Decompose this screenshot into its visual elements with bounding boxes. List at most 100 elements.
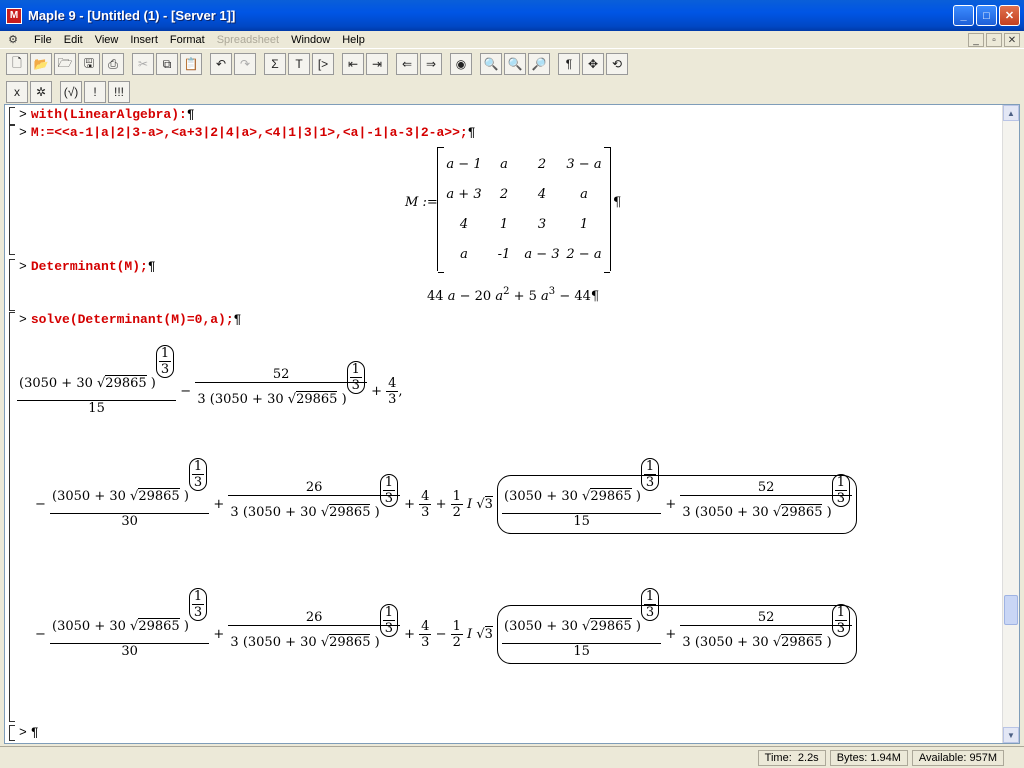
math-token: (3050 + 30 — [242, 635, 317, 650]
input-matrix-definition[interactable]: > M:=<<a-1|a|2|3-a>,<a+3|2|4|a>,<4|1|3|1… — [9, 125, 476, 140]
math-token: , — [398, 384, 403, 399]
outdent-icon[interactable]: ⇤ — [342, 53, 364, 75]
document-icon[interactable]: ⚙ — [6, 33, 20, 47]
group-bracket[interactable] — [9, 312, 15, 722]
input-with-linalg[interactable]: > with(LinearAlgebra): ¶ — [9, 107, 195, 122]
status-time: Time: 2.2s — [757, 749, 826, 766]
expand-icon[interactable]: ✥ — [582, 53, 604, 75]
sqrt-icon: √ — [476, 627, 485, 642]
zoom-150-icon[interactable]: 🔍 — [504, 53, 526, 75]
math-token: I — [467, 627, 473, 642]
solution-complex-root-minus: − (3050 + 30 √29865 ) 1 3 30 + 26 3 (3050 + … — [35, 588, 857, 664]
sqrt-arg: 29865 — [329, 634, 371, 650]
indent-icon[interactable]: ⇥ — [366, 53, 388, 75]
matrix-cell: a — [500, 156, 508, 172]
math-token: ) — [374, 505, 380, 520]
restart-icon[interactable]: ⟲ — [606, 53, 628, 75]
math-token: ) — [826, 635, 832, 650]
math-token: − — [180, 384, 192, 399]
input-determinant[interactable]: > Determinant(M); ¶ — [9, 259, 156, 274]
menu-format[interactable]: Format — [164, 32, 211, 48]
fraction: 12 — [450, 619, 463, 650]
zoom-100-icon[interactable]: 🔍 — [480, 53, 502, 75]
command-text[interactable]: solve(Determinant(M)=0,a); — [31, 312, 234, 327]
math-token: + — [404, 627, 416, 642]
undo-icon[interactable]: ↶ — [210, 53, 232, 75]
group-bracket[interactable] — [9, 125, 15, 255]
stop-icon[interactable]: ◉ — [450, 53, 472, 75]
execute-all-icon[interactable]: !!! — [108, 81, 130, 103]
paste-icon[interactable]: 📋 — [180, 53, 202, 75]
scroll-thumb[interactable] — [1004, 595, 1018, 625]
sqrt-arg: 29865 — [781, 504, 823, 520]
matrix-cell: 4 — [459, 216, 469, 232]
maximize-button[interactable]: □ — [976, 5, 997, 26]
fraction: 43 — [386, 376, 399, 407]
main-toolbar: 🗋 📂 🗁 🖫 ⎙ ✂ ⧉ 📋 ↶ ↷ Σ T [> ⇤ ⇥ ⇐ ⇒ ◉ 🔍 🔍 🔎 ¶ ✥ ⟲ — [0, 50, 1024, 78]
command-text[interactable]: M:=<<a-1|a|2|3-a>,<a+3|2|4|a>,<4|1|3|1>,… — [31, 125, 468, 140]
reciprocal-term: 26 3 (3050 + 30 √29865 ) 1 3 — [228, 604, 400, 659]
open-file-icon[interactable]: 📂 — [30, 53, 52, 75]
insert-prompt-icon[interactable]: [> — [312, 53, 334, 75]
menu-file[interactable]: File — [28, 32, 58, 48]
math-token: (3050 + 30 — [694, 505, 769, 520]
math-token: ) — [826, 505, 832, 520]
exponent: 13 — [155, 345, 175, 378]
save-icon[interactable]: 🖫 — [78, 53, 100, 75]
sqrt-icon: √ — [287, 392, 297, 407]
math-token: (3050 + 30 — [52, 619, 126, 634]
debug-icon[interactable]: ✲ — [30, 81, 52, 103]
zoom-200-icon[interactable]: 🔎 — [528, 53, 550, 75]
back-icon[interactable]: ⇐ — [396, 53, 418, 75]
vertical-scrollbar[interactable]: ▲ ▼ — [1002, 105, 1019, 743]
empty-input-prompt[interactable]: > ¶ — [9, 725, 39, 740]
new-file-icon[interactable]: 🗋 — [6, 53, 28, 75]
matrix-cell: a — [460, 246, 468, 262]
exponent: 13 — [188, 458, 208, 491]
math-token: − — [435, 627, 447, 642]
doc-restore-button[interactable]: ▫ — [986, 33, 1002, 47]
title-bar[interactable]: M Maple 9 - [Untitled (1) - [Server 1]] … — [0, 0, 1024, 31]
pilcrow: ¶ — [467, 125, 476, 140]
menu-window[interactable]: Window — [285, 32, 336, 48]
menu-edit[interactable]: Edit — [58, 32, 89, 48]
math-token: (3050 + 30 — [52, 489, 126, 504]
execute-icon[interactable]: ! — [84, 81, 106, 103]
scroll-up-arrow-icon[interactable]: ▲ — [1003, 105, 1019, 121]
math-token: ) — [150, 376, 156, 391]
exponent: 13 — [379, 604, 398, 637]
text-input-icon[interactable]: T — [288, 53, 310, 75]
command-text[interactable]: with(LinearAlgebra): — [31, 107, 187, 122]
math-token: ) — [374, 635, 380, 650]
pilcrow: ¶ — [30, 725, 39, 740]
pilcrow-icon[interactable]: ¶ — [558, 53, 580, 75]
matrix-cell: 1 — [499, 216, 509, 232]
command-text[interactable]: Determinant(M); — [31, 259, 148, 274]
cube-root-term: (3050 + 30 √29865 ) 1 3 30 — [50, 588, 210, 659]
forward-icon[interactable]: ⇒ — [420, 53, 442, 75]
minimize-button[interactable]: _ — [953, 5, 974, 26]
menu-view[interactable]: View — [89, 32, 125, 48]
worksheet[interactable]: > with(LinearAlgebra): ¶ > M:=<<a-1|a|2|… — [4, 104, 1020, 744]
math-token: + — [404, 497, 416, 512]
doc-close-button[interactable]: ✕ — [1004, 33, 1020, 47]
doc-minimize-button[interactable]: _ — [968, 33, 984, 47]
sqrt-arg: 29865 — [138, 618, 180, 634]
open-url-icon[interactable]: 🗁 — [54, 53, 76, 75]
check-syntax-icon[interactable]: (√) — [60, 81, 82, 103]
scroll-down-arrow-icon[interactable]: ▼ — [1003, 727, 1019, 743]
fraction: 12 — [450, 489, 463, 520]
input-solve[interactable]: > solve(Determinant(M)=0,a); ¶ — [9, 312, 241, 327]
close-button[interactable]: ✕ — [999, 5, 1020, 26]
cube-root-term: (3050 + 30 √29865 ) 1 3 15 — [502, 458, 662, 529]
maple-app-icon[interactable]: M — [6, 7, 22, 24]
copy-icon[interactable]: ⧉ — [156, 53, 178, 75]
print-icon[interactable]: ⎙ — [102, 53, 124, 75]
math-input-icon[interactable]: Σ — [264, 53, 286, 75]
matrix-cell: 3 − a — [566, 156, 602, 172]
exponent: 13 — [188, 588, 208, 621]
solution-real-root: (3050 + 30 √29865 ) 1 3 15 − 52 3 (3050 + 30… — [17, 345, 403, 416]
menu-help[interactable]: Help — [336, 32, 371, 48]
stop-execution-icon[interactable]: x — [6, 81, 28, 103]
menu-insert[interactable]: Insert — [124, 32, 164, 48]
